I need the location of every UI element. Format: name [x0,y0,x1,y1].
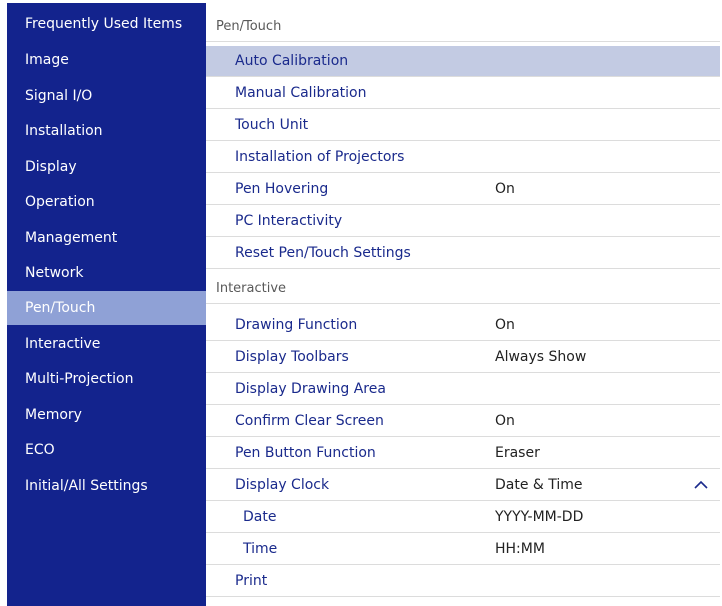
row-value: HH:MM [495,541,545,557]
row-label: Display Clock [235,477,330,493]
sidebar-item-display[interactable]: Display [7,150,206,184]
sidebar-item-memory[interactable]: Memory [7,398,206,432]
row-value: Eraser [495,445,540,461]
menu-row-pen-button-function[interactable]: Pen Button Function Eraser [206,438,720,469]
menu-row-confirm-clear-screen[interactable]: Confirm Clear Screen On [206,406,720,437]
row-value: Always Show [495,349,587,365]
menu-row-manual-calibration[interactable]: Manual Calibration [206,78,720,109]
menu-row-display-drawing-area[interactable]: Display Drawing Area [206,374,720,405]
row-label: Date [243,509,277,525]
row-label: Manual Calibration [235,85,367,101]
menu-row-display-clock[interactable]: Display Clock Date & Time [206,470,720,501]
sidebar-item-eco[interactable]: ECO [7,433,206,467]
sidebar-menu: Frequently Used Items Image Signal I/O I… [7,3,206,606]
row-label: Print [235,573,268,589]
menu-row-date[interactable]: Date YYYY-MM-DD [206,502,720,533]
row-label: Reset Pen/Touch Settings [235,245,411,261]
sidebar-item-image[interactable]: Image [7,43,206,77]
row-label: Display Drawing Area [235,381,386,397]
row-label: Installation of Projectors [235,149,405,165]
menu-row-display-toolbars[interactable]: Display Toolbars Always Show [206,342,720,373]
menu-row-pc-interactivity[interactable]: PC Interactivity [206,206,720,237]
menu-row-auto-calibration[interactable]: Auto Calibration [206,46,720,77]
row-label: Drawing Function [235,317,358,333]
row-label: Auto Calibration [235,53,349,69]
menu-row-touch-unit[interactable]: Touch Unit [206,110,720,141]
sidebar-item-initial-all-settings[interactable]: Initial/All Settings [7,469,206,503]
menu-row-time[interactable]: Time HH:MM [206,534,720,565]
row-value: On [495,317,515,333]
row-label: Touch Unit [235,117,309,133]
row-label: Time [243,541,278,557]
chevron-up-icon[interactable] [694,470,708,501]
sidebar-item-signal-io[interactable]: Signal I/O [7,79,206,113]
sidebar-item-frequently-used-items[interactable]: Frequently Used Items [7,7,206,41]
sidebar-item-management[interactable]: Management [7,221,206,255]
row-label: Pen Button Function [235,445,376,461]
sidebar-item-network[interactable]: Network [7,256,206,290]
menu-row-print[interactable]: Print [206,566,720,597]
row-label: Confirm Clear Screen [235,413,384,429]
row-value: On [495,413,515,429]
section-header-interactive: Interactive [206,273,720,304]
settings-screen: Frequently Used Items Image Signal I/O I… [7,3,722,606]
section-header-pen-touch: Pen/Touch [206,11,720,42]
sidebar-item-operation[interactable]: Operation [7,185,206,219]
row-value: YYYY-MM-DD [495,509,584,525]
sidebar-item-multi-projection[interactable]: Multi-Projection [7,362,206,396]
menu-row-installation-of-projectors[interactable]: Installation of Projectors [206,142,720,173]
row-value: On [495,181,515,197]
menu-row-pen-hovering[interactable]: Pen Hovering On [206,174,720,205]
settings-panel: Pen/Touch Auto Calibration Manual Calibr… [206,3,722,606]
menu-row-drawing-function[interactable]: Drawing Function On [206,310,720,341]
row-value: Date & Time [495,477,583,493]
row-label: Display Toolbars [235,349,349,365]
sidebar-item-pen-touch[interactable]: Pen/Touch [7,291,206,325]
menu-row-reset-pen-touch-settings[interactable]: Reset Pen/Touch Settings [206,238,720,269]
row-label: Pen Hovering [235,181,329,197]
sidebar-item-interactive[interactable]: Interactive [7,327,206,361]
sidebar-item-installation[interactable]: Installation [7,114,206,148]
row-label: PC Interactivity [235,213,343,229]
